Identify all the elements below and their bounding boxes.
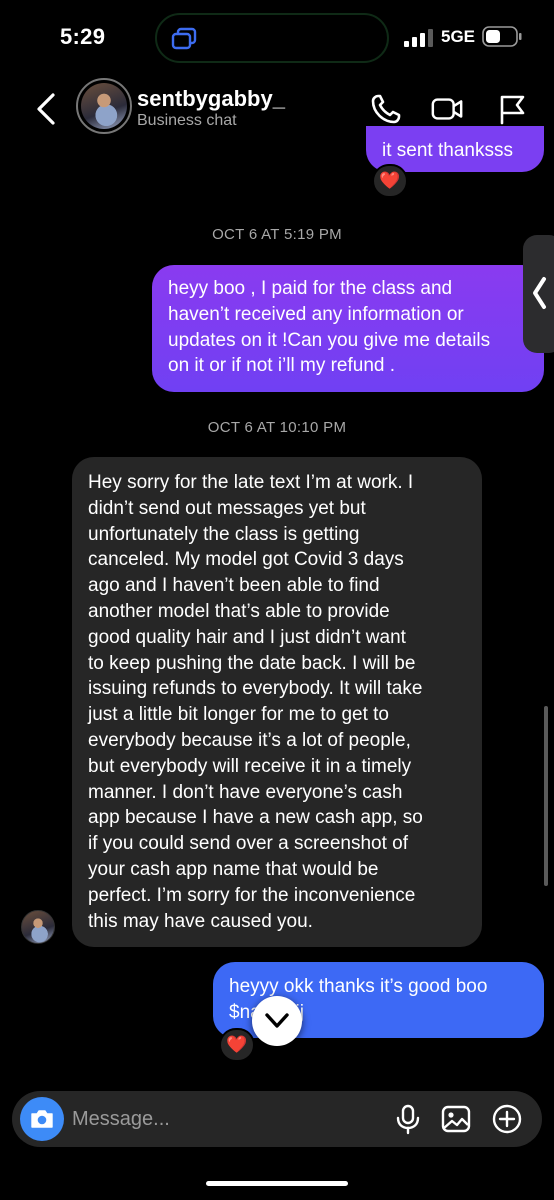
message-line: Hey sorry for the late text I’m at work.… xyxy=(88,472,414,493)
message-line: manner. I don’t have everyone’s cash xyxy=(88,781,403,803)
message-line: unfortunately the class is getting xyxy=(88,523,360,545)
side-panel-tab[interactable] xyxy=(523,235,554,353)
microphone-icon[interactable] xyxy=(392,1103,424,1135)
message-text: it sent thanksss xyxy=(382,140,513,161)
message-line: haven’t received any information or xyxy=(168,303,464,325)
camera-icon xyxy=(31,1110,53,1128)
dynamic-island xyxy=(155,13,389,63)
chevron-left-icon xyxy=(533,277,546,309)
message-line: if you could send over a screenshot of xyxy=(88,833,409,855)
message-line: canceled. My model got Covid 3 days xyxy=(88,549,404,571)
status-time: 5:29 xyxy=(60,24,106,49)
timestamp: OCT 6 AT 10:10 PM xyxy=(207,419,347,436)
message-line: this may have caused you. xyxy=(88,910,313,932)
outgoing-message-bubble[interactable]: heyy boo , I paid for the class and have… xyxy=(152,265,544,392)
message-line: everybody because it’s a lot of people, xyxy=(88,729,411,751)
screen-mirror-icon xyxy=(171,27,197,50)
message-line: perfect. I’m sorry for the inconvenience xyxy=(88,884,416,906)
phone-icon[interactable] xyxy=(369,92,403,126)
chevron-down-icon xyxy=(265,1013,289,1028)
home-indicator xyxy=(206,1181,348,1186)
network-label: 5GE xyxy=(441,27,476,46)
scroll-to-bottom-button[interactable] xyxy=(252,996,302,1046)
message-line: just a little bit longer for me to get t… xyxy=(88,704,389,726)
message-line: another model that’s able to provide xyxy=(88,600,390,622)
message-line: heyy boo , I paid for the class and xyxy=(168,278,453,299)
message-line: good quality hair and I just didn’t want xyxy=(88,626,406,648)
camera-button[interactable] xyxy=(20,1097,64,1141)
message-line: your cash app name that would be xyxy=(88,858,379,880)
message-line: on it or if not i’ll my refund . xyxy=(168,355,396,377)
message-line: ago and I haven’t been able to find xyxy=(88,575,380,597)
message-line: didn’t send out messages yet but xyxy=(88,497,366,519)
battery-icon xyxy=(482,26,522,47)
scrollbar[interactable] xyxy=(544,706,548,886)
message-line: to keep pushing the date back. I will be xyxy=(88,652,416,674)
message-line: app because I have a new cash app, so xyxy=(88,807,423,829)
contact-avatar[interactable] xyxy=(76,78,132,134)
back-chevron-icon[interactable] xyxy=(34,92,58,126)
timestamp: OCT 6 AT 5:19 PM xyxy=(212,226,342,243)
contact-subtitle: Business chat xyxy=(137,112,237,129)
gallery-icon[interactable] xyxy=(440,1103,472,1135)
contact-name[interactable]: sentbygabby_ xyxy=(137,86,285,112)
flag-icon[interactable] xyxy=(495,92,529,126)
message-line: but everybody will receive it in a timel… xyxy=(88,755,412,777)
message-line: issuing refunds to everybody. It will ta… xyxy=(88,678,423,700)
message-input[interactable] xyxy=(72,1091,372,1147)
incoming-message-bubble[interactable]: Hey sorry for the late text I’m at work.… xyxy=(72,457,482,947)
signal-icon xyxy=(404,29,433,47)
video-camera-icon[interactable] xyxy=(430,92,464,126)
message-composer xyxy=(12,1091,542,1147)
heart-reaction[interactable]: ❤️ xyxy=(219,1028,255,1062)
heart-reaction[interactable]: ❤️ xyxy=(372,164,408,198)
message-line: updates on it !Can you give me details xyxy=(168,329,491,351)
add-icon[interactable] xyxy=(491,1103,523,1135)
sender-avatar[interactable] xyxy=(21,910,55,944)
